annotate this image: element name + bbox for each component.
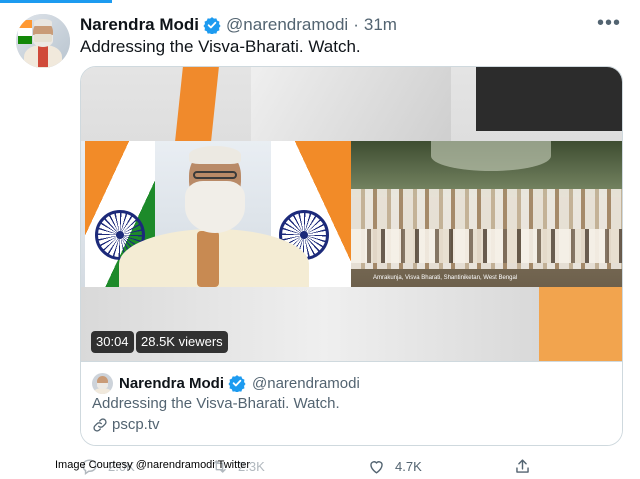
video-bg-dark [476,67,622,131]
audience-caption: Amrakunja, Visva Bharati, Shantiniketan,… [373,275,518,281]
avatar-mask [34,34,52,42]
like-icon [370,461,383,474]
like-count: 4.7K [395,459,422,474]
video-media[interactable]: Amrakunja, Visva Bharati, Shantiniketan,… [81,67,622,361]
card-verified-badge-icon [228,375,246,392]
video-viewers-badge: 28.5K viewers [136,331,228,353]
author-avatar[interactable] [16,14,70,68]
tweet-header: Narendra Modi @narendramodi · 31m [80,14,397,36]
speaker-video-panel [81,141,351,287]
card-description: Addressing the Visva-Bharati. Watch. [92,395,340,412]
card-author-handle: @narendramodi [252,374,360,392]
share-icon [516,459,529,473]
card-footer[interactable]: Narendra Modi @narendramodi Addressing t… [81,361,622,445]
card-avatar-beard [97,383,108,389]
speaker-scarf [197,231,219,287]
like-button[interactable]: 4.7K [367,457,422,476]
author-name[interactable]: Narendra Modi [80,15,199,35]
avatar-scarf [38,45,48,67]
periscope-card[interactable]: Amrakunja, Visva Bharati, Shantiniketan,… [80,66,623,446]
share-button[interactable] [513,457,532,476]
header-separator: · [353,15,359,34]
verified-badge-icon [203,17,221,34]
image-courtesy-watermark: Image Courtesy @narendramodi Twitter [55,459,250,471]
tweet-text: Addressing the Visva-Bharati. Watch. [80,37,361,56]
speaker-hair [189,146,241,164]
audience-crowd-front [351,229,622,263]
more-icon[interactable]: ••• [596,12,622,34]
audience-sky [431,141,551,171]
card-link-text[interactable]: pscp.tv [112,416,160,433]
tweet-timestamp[interactable]: 31m [364,15,397,35]
speaker-glasses [193,171,237,179]
card-author-avatar [92,373,113,394]
video-bg-saffron-lower [539,286,622,361]
avatar-hair [34,19,52,26]
card-link[interactable]: pscp.tv [92,416,160,433]
card-author-header: Narendra Modi @narendramodi [119,372,360,394]
video-duration-badge: 30:04 [91,331,134,353]
card-author-name: Narendra Modi [119,374,225,392]
speaker-beard [185,181,245,233]
audience-video-panel: Amrakunja, Visva Bharati, Shantiniketan,… [351,141,622,287]
author-handle[interactable]: @narendramodi [226,15,348,35]
top-accent-bar [0,0,112,3]
link-icon [93,417,107,432]
video-bg-band [251,67,451,141]
avatar-flag [18,20,32,44]
